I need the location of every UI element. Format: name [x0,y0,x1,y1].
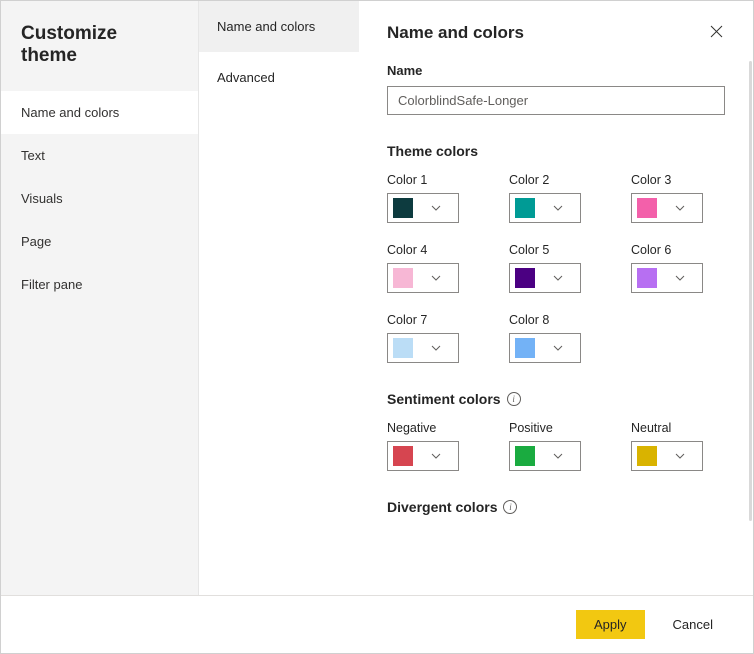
theme-color-5-picker[interactable] [509,263,581,293]
theme-color-6-label: Color 6 [631,243,703,257]
chevron-down-icon [413,345,458,351]
theme-color-4-picker[interactable] [387,263,459,293]
dialog-footer: Apply Cancel [1,595,753,653]
sentiment-negative-picker[interactable] [387,441,459,471]
color-swatch [393,338,413,358]
theme-color-5-label: Color 5 [509,243,581,257]
color-swatch [393,268,413,288]
apply-button[interactable]: Apply [576,610,645,639]
theme-color-1-label: Color 1 [387,173,459,187]
theme-color-2-field: Color 2 [509,173,581,223]
sentiment-positive-picker[interactable] [509,441,581,471]
sentiment-positive-label: Positive [509,421,581,435]
theme-color-4-field: Color 4 [387,243,459,293]
theme-color-6-field: Color 6 [631,243,703,293]
sentiment-neutral-picker[interactable] [631,441,703,471]
color-swatch [515,268,535,288]
color-swatch [393,446,413,466]
chevron-down-icon [413,205,458,211]
theme-color-3-label: Color 3 [631,173,703,187]
cancel-button[interactable]: Cancel [655,610,731,639]
theme-color-7-field: Color 7 [387,313,459,363]
sentiment-colors-title: Sentiment colors i [387,391,725,407]
chevron-down-icon [657,453,702,459]
chevron-down-icon [535,453,580,459]
sidebar-sub: Name and colorsAdvanced [199,1,359,595]
theme-color-5-field: Color 5 [509,243,581,293]
theme-color-3-picker[interactable] [631,193,703,223]
chevron-down-icon [535,345,580,351]
theme-color-2-picker[interactable] [509,193,581,223]
color-swatch [515,198,535,218]
sidebar-item-visuals[interactable]: Visuals [1,177,198,220]
dialog-title: Customize theme [1,1,198,91]
theme-color-7-label: Color 7 [387,313,459,327]
theme-color-7-picker[interactable] [387,333,459,363]
divergent-colors-title: Divergent colors i [387,499,725,515]
sentiment-negative-field: Negative [387,421,459,471]
sentiment-negative-label: Negative [387,421,459,435]
theme-color-6-picker[interactable] [631,263,703,293]
theme-color-3-field: Color 3 [631,173,703,223]
sidebar-item-filter-pane[interactable]: Filter pane [1,263,198,306]
subnav-item-name-and-colors[interactable]: Name and colors [199,1,359,52]
chevron-down-icon [413,453,458,459]
color-swatch [393,198,413,218]
scrollbar[interactable] [749,61,752,521]
theme-color-4-label: Color 4 [387,243,459,257]
theme-color-2-label: Color 2 [509,173,581,187]
sentiment-neutral-label: Neutral [631,421,703,435]
color-swatch [515,446,535,466]
chevron-down-icon [657,275,702,281]
info-icon[interactable]: i [503,500,517,514]
theme-color-8-label: Color 8 [509,313,581,327]
chevron-down-icon [535,205,580,211]
subnav-item-advanced[interactable]: Advanced [199,52,359,103]
theme-color-1-field: Color 1 [387,173,459,223]
theme-color-8-picker[interactable] [509,333,581,363]
name-input[interactable] [387,86,725,115]
color-swatch [637,446,657,466]
theme-color-8-field: Color 8 [509,313,581,363]
close-icon[interactable] [708,23,725,43]
sentiment-positive-field: Positive [509,421,581,471]
color-swatch [637,268,657,288]
panel-title: Name and colors [387,23,524,43]
sidebar-left: Customize theme Name and colorsTextVisua… [1,1,199,595]
sidebar-item-name-and-colors[interactable]: Name and colors [1,91,198,134]
sidebar-item-text[interactable]: Text [1,134,198,177]
color-swatch [637,198,657,218]
info-icon[interactable]: i [507,392,521,406]
sidebar-item-page[interactable]: Page [1,220,198,263]
theme-colors-title: Theme colors [387,143,725,159]
chevron-down-icon [413,275,458,281]
sentiment-neutral-field: Neutral [631,421,703,471]
chevron-down-icon [535,275,580,281]
theme-color-1-picker[interactable] [387,193,459,223]
color-swatch [515,338,535,358]
chevron-down-icon [657,205,702,211]
name-label: Name [387,63,725,78]
panel-main: Name and colors Name Theme colors Color … [359,1,753,595]
